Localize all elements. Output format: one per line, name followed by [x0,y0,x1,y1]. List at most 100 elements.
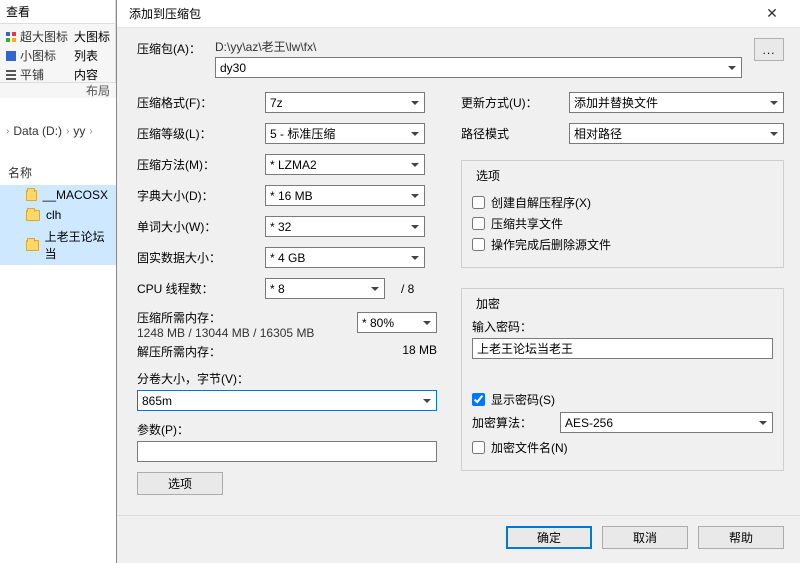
delete-after-label: 操作完成后删除源文件 [491,236,611,253]
mem-decompress-value: 18 MB [402,343,437,360]
encrypt-names-checkbox-input[interactable] [472,441,485,454]
method-select[interactable]: * LZMA2 [265,154,425,175]
mem-percent-value: * 80% [362,316,394,330]
ribbon-tab-view[interactable]: 查看 [6,3,30,20]
algo-select[interactable]: AES-256 [560,412,773,433]
view-big-icons[interactable]: 大图标 [74,28,110,45]
archive-label: 压缩包(A)： [137,38,207,57]
help-button[interactable]: 帮助 [698,526,784,549]
list-item[interactable]: 上老王论坛当 [0,225,116,265]
method-value: * LZMA2 [270,158,317,172]
update-label: 更新方式(U)： [461,94,561,111]
xl-icons-icon [6,32,16,42]
view-xl-icons[interactable]: 超大图标 [20,28,68,45]
breadcrumb[interactable]: › Data (D:) › yy › [0,120,93,142]
word-select[interactable]: * 32 [265,216,425,237]
format-label: 压缩格式(F)： [137,94,257,111]
dict-select[interactable]: * 16 MB [265,185,425,206]
cancel-button-label: 取消 [633,529,657,546]
ok-button-label: 确定 [537,529,561,546]
ellipsis-icon: ... [762,43,775,57]
show-password-label: 显示密码(S) [491,391,555,408]
archive-name-combo[interactable]: dy30 [215,57,742,78]
close-icon: ✕ [766,5,778,22]
list-item[interactable]: __MACOSX [0,185,116,205]
list-item-label: clh [46,208,61,222]
show-password-checkbox-input[interactable] [472,393,485,406]
dict-label: 字典大小(D)： [137,187,257,204]
archive-path: D:\yy\az\老王\lw\fx\ [215,38,742,57]
password-input[interactable] [472,338,773,359]
view-content[interactable]: 内容 [74,66,98,83]
view-small-icons[interactable]: 小图标 [20,47,56,64]
show-password-checkbox[interactable]: 显示密码(S) [472,391,773,408]
file-list: 名称 __MACOSX clh 上老王论坛当 [0,160,116,265]
params-label: 参数(P)： [137,421,437,438]
ribbon-col2: 大图标 列表 内容 [70,28,110,83]
pathmode-label: 路径模式 [461,125,561,142]
list-item[interactable]: clh [0,205,116,225]
format-value: 7z [270,96,283,110]
pathmode-select[interactable]: 相对路径 [569,123,784,144]
level-value: 5 - 标准压缩 [270,125,335,142]
options-button[interactable]: 选项 [137,472,223,495]
update-mode-select[interactable]: 添加并替换文件 [569,92,784,113]
encrypt-names-checkbox[interactable]: 加密文件名(N) [472,439,773,456]
sfx-checkbox-input[interactable] [472,196,485,209]
ok-button[interactable]: 确定 [506,526,592,549]
threads-value: * 8 [270,282,285,296]
ribbon-group-layout: 布局 [0,82,116,98]
options-group-title: 选项 [472,167,504,184]
chevron-right-icon: › [6,126,9,137]
threads-select[interactable]: * 8 [265,278,385,299]
breadcrumb-seg[interactable]: yy [73,124,85,138]
delete-after-checkbox-input[interactable] [472,238,485,251]
delete-after-checkbox[interactable]: 操作完成后删除源文件 [472,236,773,253]
level-label: 压缩等级(L)： [137,125,257,142]
mem-compress-label: 压缩所需内存： [137,309,221,326]
column-header-name[interactable]: 名称 [0,160,116,185]
view-list[interactable]: 列表 [74,47,98,64]
breadcrumb-drive[interactable]: Data (D:) [13,124,62,138]
small-icons-icon [6,51,16,61]
folder-icon [26,210,40,221]
mem-compress-detail: 1248 MB / 13044 MB / 16305 MB [137,326,314,340]
options-group: 选项 创建自解压程序(X) 压缩共享文件 操作完成后删除源文件 [461,160,784,268]
list-item-label: 上老王论坛当 [45,228,108,262]
chevron-right-icon: › [66,126,69,137]
solid-label: 固实数据大小： [137,249,257,266]
pathmode-value: 相对路径 [574,125,622,142]
mem-decompress-label: 解压所需内存： [137,343,221,360]
volume-value: 865m [142,394,172,408]
dict-value: * 16 MB [270,189,313,203]
help-button-label: 帮助 [729,529,753,546]
level-select[interactable]: 5 - 标准压缩 [265,123,425,144]
format-select[interactable]: 7z [265,92,425,113]
mem-percent-select[interactable]: * 80% [357,312,437,333]
browse-button[interactable]: ... [754,38,784,61]
shared-label: 压缩共享文件 [491,215,563,232]
encryption-group-title: 加密 [472,295,504,312]
chevron-right-icon: › [89,126,92,137]
cancel-button[interactable]: 取消 [602,526,688,549]
threads-max: / 8 [401,282,414,296]
shared-checkbox-input[interactable] [472,217,485,230]
close-button[interactable]: ✕ [752,0,792,28]
word-value: * 32 [270,220,291,234]
shared-checkbox[interactable]: 压缩共享文件 [472,215,773,232]
volume-label: 分卷大小，字节(V)： [137,370,437,387]
volume-combo[interactable]: 865m [137,390,437,411]
folder-icon [26,190,37,201]
threads-label: CPU 线程数： [137,280,257,297]
sfx-checkbox[interactable]: 创建自解压程序(X) [472,194,773,211]
password-label: 输入密码： [472,318,773,335]
solid-select[interactable]: * 4 GB [265,247,425,268]
solid-value: * 4 GB [270,251,305,265]
encryption-group: 加密 输入密码： 显示密码(S) 加密算法：AES-256 加密文件名(N) [461,288,784,471]
view-tiles[interactable]: 平铺 [20,66,44,83]
options-button-label: 选项 [168,475,192,492]
params-input[interactable] [137,441,437,462]
add-to-archive-dialog: 添加到压缩包 ✕ 压缩包(A)： D:\yy\az\老王\lw\fx\ dy30… [116,0,800,563]
dialog-titlebar[interactable]: 添加到压缩包 ✕ [117,0,800,28]
method-label: 压缩方法(M)： [137,156,257,173]
